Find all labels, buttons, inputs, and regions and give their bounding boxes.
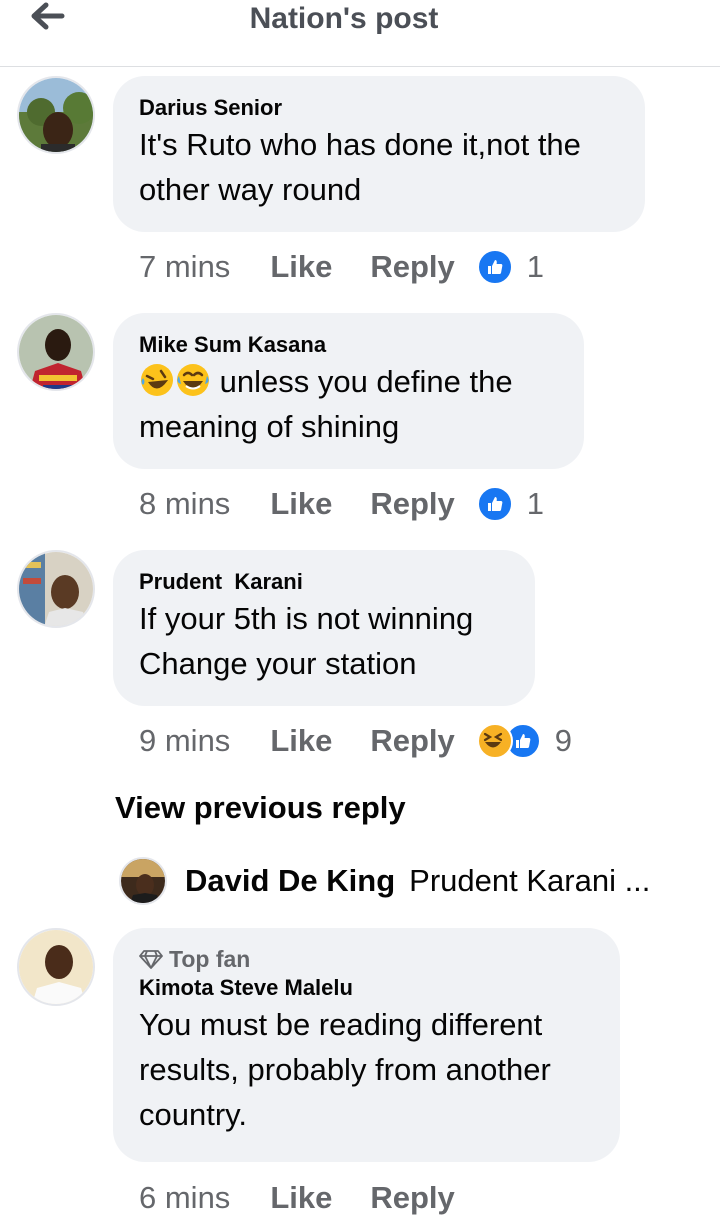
comment-bubble: Darius Senior It's Ruto who has done it,… (113, 76, 645, 232)
haha-reaction-icon (476, 723, 513, 759)
page-title: Nation's post (249, 2, 439, 35)
top-bar: Nation's post (0, 0, 720, 67)
like-button[interactable]: Like (270, 249, 332, 285)
like-button[interactable]: Like (270, 1180, 332, 1216)
reply-button[interactable]: Reply (370, 1180, 454, 1216)
avatar[interactable] (17, 550, 95, 628)
comment-time[interactable]: 7 mins (139, 249, 230, 285)
like-button[interactable]: Like (270, 486, 332, 522)
view-previous-reply-link[interactable]: View previous reply (115, 790, 406, 826)
comment-text: It's Ruto who has done it,not the other … (139, 127, 581, 207)
reply-button[interactable]: Reply (370, 486, 454, 522)
comment-author[interactable]: Mike Sum Kasana (139, 331, 558, 359)
reply-button[interactable]: Reply (370, 249, 454, 285)
reaction-summary[interactable]: 1 (476, 486, 545, 522)
reply-text: Prudent Karani ... (409, 863, 651, 898)
avatar[interactable] (17, 313, 95, 391)
reply-button[interactable]: Reply (370, 723, 454, 759)
like-button[interactable]: Like (270, 723, 332, 759)
avatar[interactable] (17, 76, 95, 154)
comment-bubble: Top fan Kimota Steve Malelu You must be … (113, 928, 620, 1162)
comment-text: You must be reading different results, p… (139, 1007, 551, 1132)
tears-of-joy-emoji-icon (177, 364, 209, 396)
comment-actions: 7 mins Like Reply 1 (139, 245, 544, 289)
badge-label: Top fan (169, 946, 251, 972)
comment-text-container: unless you define the meaning of shining (139, 359, 558, 449)
comment-actions: 8 mins Like Reply 1 (139, 482, 544, 526)
reaction-count: 1 (526, 486, 545, 521)
reply-author[interactable]: David De King (185, 863, 395, 899)
thumbs-up-icon (476, 486, 513, 522)
comment-actions: 9 mins Like Reply 9 (139, 719, 572, 763)
comment-author[interactable]: Prudent Karani (139, 568, 509, 596)
reaction-summary[interactable]: 1 (476, 249, 545, 285)
comment-text: If your 5th is not winning Change your s… (139, 601, 474, 681)
thumbs-up-icon (476, 249, 513, 285)
avatar[interactable] (119, 857, 167, 905)
reaction-count: 1 (526, 249, 545, 284)
comment-time[interactable]: 8 mins (139, 486, 230, 522)
comment-time[interactable]: 9 mins (139, 723, 230, 759)
reaction-count: 9 (554, 723, 573, 758)
comment-actions: 6 mins Like Reply (139, 1176, 455, 1220)
comment-time[interactable]: 6 mins (139, 1180, 230, 1216)
comment-author[interactable]: Kimota Steve Malelu (139, 974, 594, 1002)
comment-author[interactable]: Darius Senior (139, 94, 619, 122)
reply-preview[interactable]: David De King Prudent Karani ... (119, 856, 650, 906)
diamond-icon (139, 950, 163, 969)
rolling-laughing-emoji-icon (141, 364, 173, 396)
comment-bubble: Prudent Karani If your 5th is not winnin… (113, 550, 535, 706)
avatar[interactable] (17, 928, 95, 1006)
comment-bubble: Mike Sum Kasana unless you define the me… (113, 313, 584, 469)
reaction-summary[interactable]: 9 (476, 723, 573, 759)
top-fan-badge: Top fan (139, 944, 594, 974)
